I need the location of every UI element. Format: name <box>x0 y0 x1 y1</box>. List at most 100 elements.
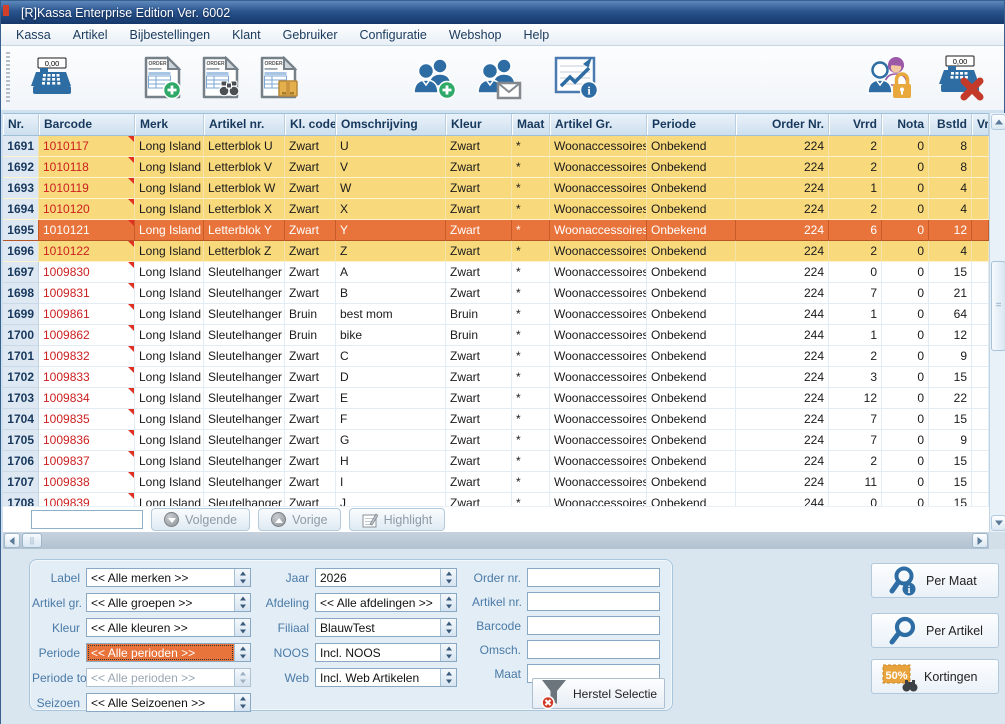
filter-select-periode[interactable]: << Alle perioden >> <box>86 643 251 662</box>
spinner-control[interactable] <box>440 619 456 636</box>
highlight-button[interactable]: Highlight <box>349 508 446 531</box>
menu-item-klant[interactable]: Klant <box>221 25 272 45</box>
new-order-icon[interactable]: ORDER <box>140 50 188 106</box>
table-row[interactable]: 17061009837Long IslandSleutelhanger HZwa… <box>3 451 989 472</box>
add-customer-icon[interactable] <box>406 50 462 106</box>
filter-select-afdeling[interactable]: << Alle afdelingen >> <box>315 593 457 612</box>
table-row[interactable]: 17071009838Long IslandSleutelhanger IZwa… <box>3 472 989 493</box>
reset-selection-button[interactable]: Herstel Selectie <box>532 678 665 709</box>
filter-label-filiaal: Filiaal <box>262 621 315 635</box>
column-header-periode[interactable]: Periode <box>647 114 736 135</box>
filter-input-omsch[interactable] <box>527 640 660 659</box>
find-input[interactable] <box>31 510 143 529</box>
filter-select-label[interactable]: << Alle merken >> <box>86 568 251 587</box>
find-next-button[interactable]: Volgende <box>151 508 250 531</box>
filter-column-right: Order nr.Artikel nr.BarcodeOmsch.Maat <box>472 568 660 683</box>
table-row[interactable]: 16941010120Long IslandLetterblok XZwartX… <box>3 199 989 220</box>
column-header-order-nr[interactable]: Order Nr. <box>736 114 829 135</box>
vertical-scroll-thumb[interactable]: = <box>991 261 1005 351</box>
column-header-omschrijving[interactable]: Omschrijving <box>336 114 446 135</box>
column-header-artikel-gr[interactable]: Artikel Gr. <box>550 114 647 135</box>
menu-item-kassa[interactable]: Kassa <box>5 25 62 45</box>
column-header-nr[interactable]: Nr. <box>3 114 39 135</box>
filter-input-order-nr[interactable] <box>527 568 660 587</box>
filter-select-artikel-gr[interactable]: << Alle groepen >> <box>86 593 251 612</box>
table-row[interactable]: 17001009862Long IslandSleutelhangerBruin… <box>3 325 989 346</box>
spinner-control[interactable] <box>234 619 250 636</box>
filter-input-barcode[interactable] <box>527 616 660 635</box>
spinner-control[interactable] <box>440 594 456 611</box>
per-artikel-button[interactable]: Per Artikel <box>871 613 999 648</box>
table-row[interactable]: 17031009834Long IslandSleutelhanger EZwa… <box>3 388 989 409</box>
scroll-up-button[interactable] <box>991 114 1005 130</box>
filter-select-noos[interactable]: Incl. NOOS <box>315 643 457 662</box>
table-row[interactable]: 17081009839Long IslandSleutelhanger JZwa… <box>3 493 989 506</box>
find-previous-button[interactable]: Vorige <box>258 508 340 531</box>
order-delivery-icon[interactable]: ORDER <box>256 50 304 106</box>
table-row[interactable]: 16981009831Long IslandSleutelhanger BZwa… <box>3 283 989 304</box>
table-row[interactable]: 17041009835Long IslandSleutelhanger FZwa… <box>3 409 989 430</box>
menu-item-help[interactable]: Help <box>512 25 560 45</box>
cell-artikel-nr: Sleutelhanger A <box>204 262 285 283</box>
menu-item-gebruiker[interactable]: Gebruiker <box>272 25 349 45</box>
filter-select-jaar[interactable]: 2026 <box>315 568 457 587</box>
table-row[interactable]: 16991009861Long IslandSleutelhangerBruin… <box>3 304 989 325</box>
scroll-right-button[interactable] <box>972 533 988 548</box>
cell-merk: Long Island <box>135 430 204 451</box>
table-row[interactable]: 16921010118Long IslandLetterblok VZwartV… <box>3 157 989 178</box>
spinner-control[interactable] <box>440 569 456 586</box>
scroll-down-button[interactable] <box>991 515 1005 531</box>
table-row[interactable]: 16931010119Long IslandLetterblok WZwartW… <box>3 178 989 199</box>
kortingen-button[interactable]: 50% Kortingen <box>871 659 999 694</box>
column-header-nota[interactable]: Nota <box>882 114 929 135</box>
horizontal-scrollbar[interactable]: || <box>3 532 989 549</box>
find-order-icon[interactable]: ORDER <box>198 50 246 106</box>
user-lock-icon[interactable] <box>860 50 920 106</box>
column-header-vrrd[interactable]: Vrrd <box>829 114 882 135</box>
statistics-info-icon[interactable]: i <box>548 50 604 106</box>
column-header-bstld[interactable]: Bstld <box>929 114 972 135</box>
column-header-barcode[interactable]: Barcode <box>39 114 135 135</box>
filter-select-kleur[interactable]: << Alle kleuren >> <box>86 618 251 637</box>
table-row[interactable]: 16971009830Long IslandSleutelhanger AZwa… <box>3 262 989 283</box>
column-header-kleur[interactable]: Kleur <box>446 114 512 135</box>
table-row[interactable]: 16961010122Long IslandLetterblok ZZwartZ… <box>3 241 989 262</box>
scroll-left-button[interactable] <box>4 533 20 548</box>
table-row[interactable]: 17011009832Long IslandSleutelhanger CZwa… <box>3 346 989 367</box>
cell-bstld: 8 <box>929 157 972 178</box>
spinner-control[interactable] <box>440 644 456 661</box>
toolbar-grip[interactable] <box>6 52 10 104</box>
menu-item-artikel[interactable]: Artikel <box>62 25 119 45</box>
filter-select-seizoen[interactable]: << Alle Seizoenen >> <box>86 693 251 712</box>
spinner-control[interactable] <box>440 669 456 686</box>
horizontal-scroll-thumb[interactable]: || <box>22 533 42 548</box>
menu-item-bijbestellingen[interactable]: Bijbestellingen <box>118 25 221 45</box>
spinner-control[interactable] <box>234 669 250 686</box>
filter-input-artikel-nr[interactable] <box>527 592 660 611</box>
vertical-scrollbar[interactable]: = <box>989 113 1005 532</box>
table-row[interactable]: 17051009836Long IslandSleutelhanger GZwa… <box>3 430 989 451</box>
column-header-kl-code[interactable]: Kl. code <box>285 114 336 135</box>
column-header-merk[interactable]: Merk <box>135 114 204 135</box>
menu-item-configuratie[interactable]: Configuratie <box>348 25 437 45</box>
spinner-control[interactable] <box>234 694 250 711</box>
cash-register-icon[interactable]: 0,00 <box>24 50 78 106</box>
column-header-artikel-nr[interactable]: Artikel nr. <box>204 114 285 135</box>
filter-value: << Alle perioden >> <box>87 644 234 661</box>
per-maat-button[interactable]: i Per Maat <box>871 563 999 598</box>
filter-select-filiaal[interactable]: BlauwTest <box>315 618 457 637</box>
menu-item-webshop[interactable]: Webshop <box>438 25 513 45</box>
column-header-maat[interactable]: Maat <box>512 114 550 135</box>
cell-artikel-nr: Sleutelhanger B <box>204 283 285 304</box>
filter-select-web[interactable]: Incl. Web Artikelen <box>315 668 457 687</box>
cell-order-nr: 224 <box>736 220 829 241</box>
table-row[interactable]: 16951010121Long IslandLetterblok YZwartY… <box>3 220 989 241</box>
spinner-control[interactable] <box>234 569 250 586</box>
column-header-vrk[interactable]: Vrk <box>972 114 989 135</box>
spinner-control[interactable] <box>234 594 250 611</box>
table-row[interactable]: 17021009833Long IslandSleutelhanger DZwa… <box>3 367 989 388</box>
spinner-control[interactable] <box>234 644 250 661</box>
close-register-icon[interactable]: 0,00 <box>930 50 990 106</box>
table-row[interactable]: 16911010117Long IslandLetterblok UZwartU… <box>3 136 989 157</box>
email-customers-icon[interactable] <box>470 50 526 106</box>
